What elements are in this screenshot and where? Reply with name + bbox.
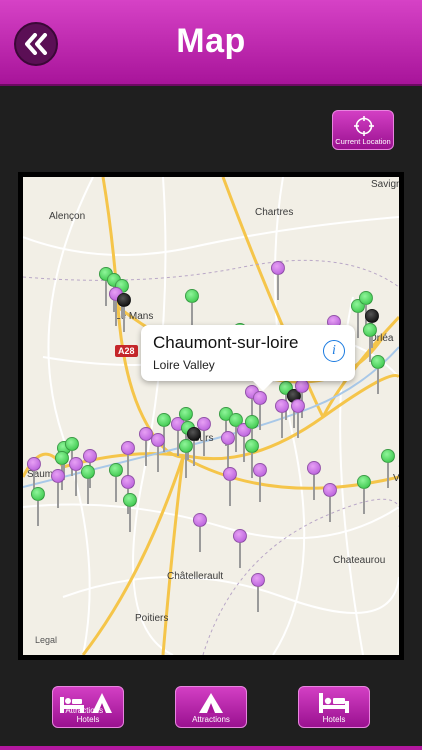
city-label: Châtellerault	[167, 571, 224, 582]
attractions-label: Attractions	[192, 715, 230, 724]
hotel-pin[interactable]	[357, 475, 371, 515]
bed-icon	[319, 693, 349, 713]
place-callout[interactable]: Chaumont-sur-loire Loire Valley i	[141, 325, 355, 391]
current-location-button[interactable]: Current Location	[332, 110, 394, 150]
callout-title: Chaumont-sur-loire	[153, 333, 299, 352]
map-roads	[23, 177, 399, 655]
hotel-pin[interactable]	[185, 289, 199, 329]
attraction-pin[interactable]	[51, 469, 65, 509]
map-frame: Alençon Chartres Savign Le Mans Orléa To…	[18, 172, 404, 660]
hotel-pin[interactable]	[179, 439, 193, 479]
attraction-pin[interactable]	[223, 467, 237, 507]
attraction-pin[interactable]	[253, 463, 267, 503]
city-label: Poitiers	[135, 613, 169, 624]
attraction-pin[interactable]	[307, 461, 321, 501]
attraction-pin[interactable]	[221, 431, 235, 471]
legal-link[interactable]: Legal	[35, 635, 57, 645]
hotel-pin[interactable]	[381, 449, 395, 489]
city-label: Savign	[371, 179, 399, 190]
attraction-pin[interactable]	[233, 529, 247, 569]
info-icon[interactable]: i	[323, 340, 345, 362]
hotels-label: Hotels	[322, 715, 346, 724]
header-bar: Map	[0, 0, 422, 86]
road-shield: A28	[115, 345, 138, 357]
attractions-hotels-label: Attractions & Hotels	[65, 706, 111, 724]
attraction-pin[interactable]	[271, 261, 285, 301]
attraction-pin[interactable]	[151, 433, 165, 473]
tent-icon	[199, 693, 223, 713]
attraction-pin[interactable]	[197, 417, 211, 457]
attraction-pin[interactable]	[323, 483, 337, 523]
city-label: Alençon	[49, 211, 86, 222]
hotels-button[interactable]: Hotels	[298, 686, 370, 728]
hotel-pin[interactable]	[31, 487, 45, 527]
page-title: Map	[176, 22, 246, 60]
callout-subtitle: Loire Valley	[153, 358, 215, 372]
attraction-pin[interactable]	[251, 573, 265, 613]
attractions-button[interactable]: Attractions	[175, 686, 247, 728]
attraction-pin[interactable]	[275, 399, 289, 439]
hotel-pin[interactable]	[371, 355, 385, 395]
crosshair-icon	[354, 116, 374, 136]
current-location-label: Current Location	[335, 137, 391, 146]
city-label: Chateaurou	[333, 555, 386, 566]
selected-pin[interactable]	[117, 293, 131, 333]
city-label: Chartres	[255, 207, 294, 218]
hotel-pin[interactable]	[81, 465, 95, 505]
footer-accent	[0, 746, 422, 750]
attractions-hotels-button[interactable]: Attractions & Hotels	[52, 686, 124, 728]
attraction-pin[interactable]	[291, 399, 305, 439]
attraction-pin[interactable]	[193, 513, 207, 553]
hotel-pin[interactable]	[123, 493, 137, 533]
map-view[interactable]: Alençon Chartres Savign Le Mans Orléa To…	[23, 177, 399, 655]
